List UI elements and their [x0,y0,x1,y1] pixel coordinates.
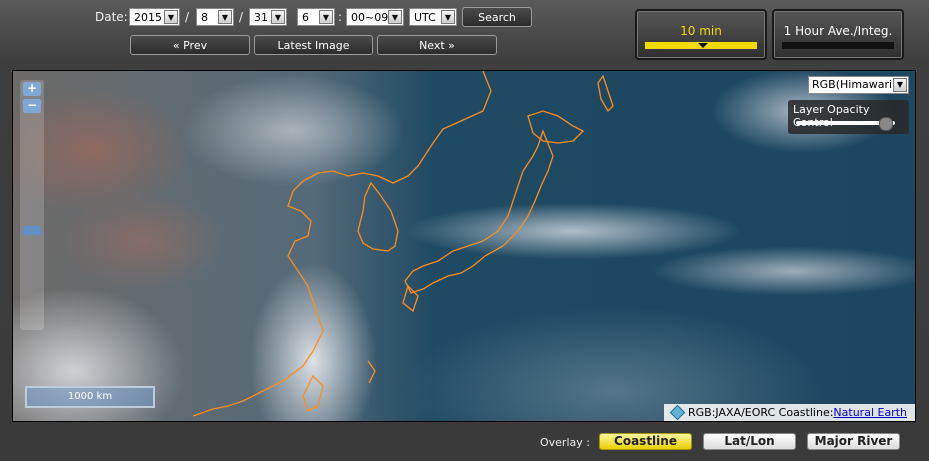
latest-image-button[interactable]: Latest Image [254,35,373,55]
chevron-down-icon: ▼ [218,10,232,24]
zoom-slider-handle[interactable] [23,226,41,235]
date-label: Date: [95,10,128,24]
minute-select[interactable]: 00~09 ▼ [346,8,404,26]
attribution: RGB:JAXA/EORC Coastline:Natural Earth [664,404,915,421]
day-select[interactable]: 31 ▼ [249,8,287,26]
prev-button[interactable]: « Prev [130,35,250,55]
year-select[interactable]: 2015 ▼ [129,8,180,26]
layers-icon [669,404,686,421]
opacity-slider-handle[interactable] [879,117,893,131]
chevron-down-icon: ▼ [388,10,402,24]
chevron-down-icon: ▼ [441,10,455,24]
search-button[interactable]: Search [462,7,532,27]
chevron-down-icon: ▼ [271,10,285,24]
date-separator: / [239,10,244,24]
next-button[interactable]: Next » [377,35,497,55]
natural-earth-link[interactable]: Natural Earth [833,406,907,419]
ten-min-mode-button[interactable]: 10 min [635,9,767,60]
chevron-down-icon: ▼ [319,10,333,24]
overlay-label: Overlay : [540,436,590,449]
scale-bar: 1000 km [25,386,155,408]
hour-average-mode-button[interactable]: 1 Hour Ave./Integ. [772,9,904,60]
caret-down-icon [698,43,708,48]
time-separator: : [338,10,343,24]
zoom-out-button[interactable]: − [23,99,41,113]
timezone-select[interactable]: UTC ▼ [409,8,457,26]
inactive-indicator-bar [782,42,894,49]
month-select[interactable]: 8 ▼ [196,8,234,26]
zoom-control[interactable]: + − [20,80,44,330]
chevron-down-icon: ▼ [164,10,178,24]
layer-select[interactable]: RGB(Himawari) ▼ [808,76,909,94]
active-indicator-bar [645,42,757,49]
latlon-toggle[interactable]: Lat/Lon [703,433,796,450]
coastline-overlay [192,71,614,417]
hour-select[interactable]: 6 ▼ [297,8,335,26]
major-river-toggle[interactable]: Major River [807,433,900,450]
date-separator: / [185,10,190,24]
chevron-down-icon: ▼ [893,78,907,92]
zoom-in-button[interactable]: + [23,82,41,96]
layer-opacity-control: Layer Opacity Control [788,100,909,134]
coastline-toggle[interactable]: Coastline [599,433,692,450]
satellite-map[interactable]: + − RGB(Himawari) ▼ Layer Opacity Contro… [12,70,916,422]
